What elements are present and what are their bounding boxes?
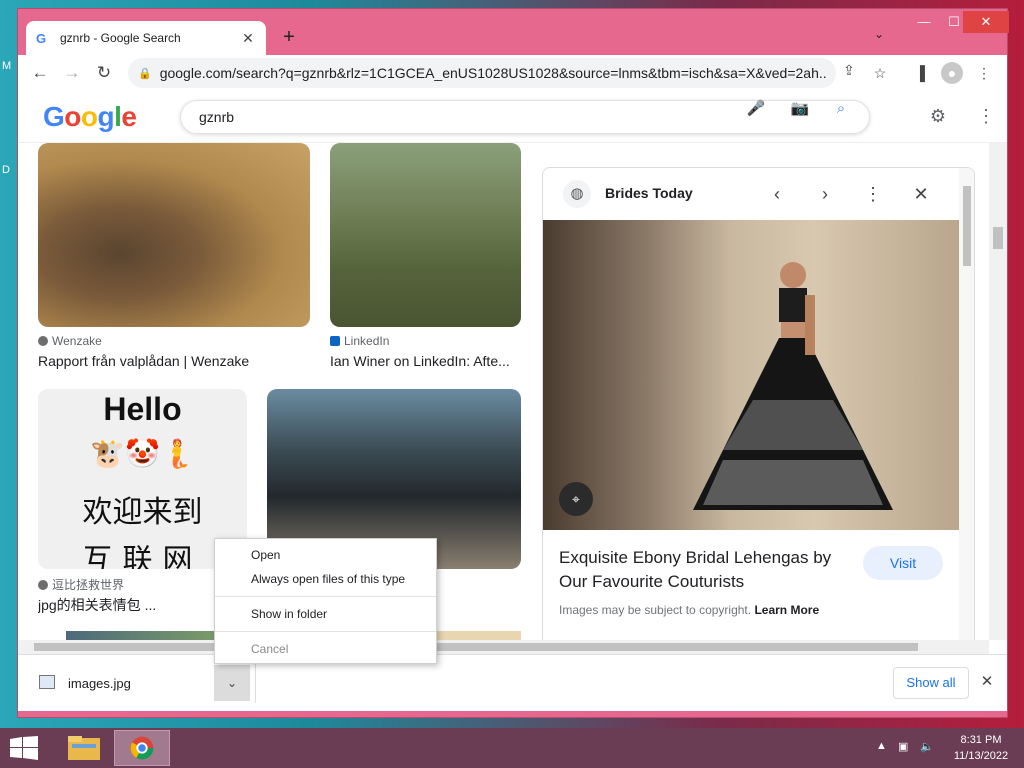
share-icon[interactable]: ⇪ [838, 59, 860, 81]
close-icon[interactable]: ✕ [909, 182, 933, 206]
image-file-icon [39, 675, 55, 689]
lock-icon: 🔒 [138, 67, 152, 80]
desktop-icon-label: D [2, 164, 10, 176]
system-clock[interactable]: 8:31 PM 11/13/2022 [946, 732, 1016, 764]
show-all-button[interactable]: Show all [893, 667, 969, 699]
result-caption[interactable]: Ian Winer on LinkedIn: Afte... [330, 353, 521, 369]
tab-google-search[interactable]: G gznrb - Google Search ✕ [26, 21, 266, 55]
result-source[interactable]: 逗比拯救世界 [38, 576, 124, 593]
tab-search-chevron-icon[interactable]: ⌄ [874, 27, 884, 41]
search-icon[interactable]: ⌕ [831, 99, 851, 119]
minimize-icon[interactable]: — [908, 11, 940, 33]
preview-image-bride[interactable]: ⌖ [543, 220, 959, 530]
settings-gear-icon[interactable]: ⚙ [926, 104, 950, 128]
lens-search-icon[interactable]: ⌖ [559, 482, 593, 516]
tray-overflow-icon[interactable]: ▲ [876, 740, 887, 752]
windows-start-icon[interactable] [10, 736, 38, 760]
more-options-icon[interactable]: ⋮ [861, 182, 885, 206]
panel-scrollbar[interactable] [959, 168, 974, 640]
tab-strip: G gznrb - Google Search ✕ + ⌄ — ☐ ✕ [18, 9, 1009, 55]
window-close-icon[interactable]: ✕ [963, 11, 1009, 33]
apps-grid-icon[interactable]: ⋮ [974, 104, 998, 128]
close-download-bar-icon[interactable]: ✕ [976, 671, 998, 693]
menu-item-show-in-folder[interactable]: Show in folder [251, 607, 327, 621]
result-source[interactable]: Wenzake [38, 334, 102, 348]
back-icon[interactable]: ← [28, 61, 52, 85]
reload-icon[interactable]: ↻ [92, 61, 116, 85]
windows-taskbar: ▲ ▣ 🔈 8:31 PM 11/13/2022 [0, 728, 1024, 768]
menu-item-always-open[interactable]: Always open files of this type [251, 572, 405, 586]
image-preview-panel: ◍ Brides Today ‹ › ⋮ ✕ ⌖ Exquisite Ebony… [542, 167, 975, 641]
network-icon[interactable]: ▣ [898, 740, 908, 753]
chinese-line-1: 欢迎来到 [82, 496, 203, 529]
google-logo[interactable]: Google [43, 101, 137, 133]
emoji-row: 🐮🤡🧜 [90, 438, 195, 469]
menu-separator [215, 631, 436, 632]
new-tab-icon[interactable]: + [276, 25, 302, 51]
download-shelf: images.jpg ⌄ Show all ✕ [18, 654, 1007, 711]
browser-window: G gznrb - Google Search ✕ + ⌄ — ☐ ✕ ← → … [17, 8, 1009, 718]
divider [255, 663, 256, 703]
page-vertical-scrollbar[interactable] [989, 143, 1007, 640]
previous-chevron-icon[interactable]: ‹ [765, 182, 789, 206]
download-options-chevron-icon[interactable]: ⌄ [214, 665, 250, 701]
result-image-puppies[interactable] [38, 143, 310, 327]
voice-search-icon[interactable]: 🎤 [746, 99, 766, 119]
globe-icon [38, 580, 48, 590]
bridal-lehenga-figure [693, 262, 893, 510]
result-caption[interactable]: jpg的相关表情包 ... [38, 595, 198, 615]
globe-icon: ◍ [563, 180, 591, 208]
file-explorer-icon[interactable] [56, 730, 112, 766]
result-image-soldiers[interactable] [330, 143, 521, 327]
volume-icon[interactable]: 🔈 [920, 740, 934, 753]
side-panel-icon[interactable]: ▐ [909, 62, 931, 84]
globe-icon [38, 336, 48, 346]
menu-item-cancel[interactable]: Cancel [251, 642, 288, 656]
tab-title: gznrb - Google Search [60, 31, 181, 45]
browser-menu-icon[interactable]: ⋮ [973, 62, 995, 84]
linkedin-icon [330, 336, 340, 346]
search-input[interactable]: gznrb [180, 100, 870, 134]
panel-result-title[interactable]: Exquisite Ebony Bridal Lehengas by Our F… [559, 546, 859, 594]
result-caption[interactable]: Rapport från valplådan | Wenzake [38, 353, 310, 369]
browser-toolbar: ← → ↻ 🔒 google.com/search?q=gznrb&rlz=1C… [18, 55, 1007, 91]
visit-button[interactable]: Visit [863, 546, 943, 580]
address-bar[interactable]: 🔒 google.com/search?q=gznrb&rlz=1C1GCEA_… [128, 58, 836, 88]
url-text: google.com/search?q=gznrb&rlz=1C1GCEA_en… [159, 65, 826, 81]
chrome-taskbar-icon[interactable] [114, 730, 170, 766]
next-chevron-icon[interactable]: › [813, 182, 837, 206]
hello-text: Hello [103, 391, 182, 427]
download-context-menu: Open Always open files of this type Show… [214, 538, 437, 664]
google-header: Google gznrb 🎤 📷 ⌕ ⚙ ⋮ [18, 91, 1007, 143]
google-images-page: Google gznrb 🎤 📷 ⌕ ⚙ ⋮ Wenzake Rapport f… [18, 91, 1007, 654]
forward-icon[interactable]: → [60, 61, 84, 85]
result-source[interactable]: LinkedIn [330, 334, 389, 348]
copyright-notice: Images may be subject to copyright. Lear… [559, 603, 820, 617]
google-favicon-icon: G [36, 30, 47, 46]
panel-site-name[interactable]: Brides Today [605, 185, 693, 201]
learn-more-link[interactable]: Learn More [754, 603, 819, 617]
profile-avatar-icon[interactable]: ● [941, 62, 963, 84]
tab-close-icon[interactable]: ✕ [240, 30, 256, 47]
lens-camera-icon[interactable]: 📷 [790, 99, 810, 119]
menu-item-open[interactable]: Open [251, 548, 280, 562]
menu-separator [215, 596, 436, 597]
download-filename[interactable]: images.jpg [68, 676, 131, 691]
page-horizontal-scrollbar[interactable] [18, 640, 989, 654]
bookmark-star-icon[interactable]: ☆ [869, 62, 891, 84]
desktop-icon-label: M [2, 60, 12, 72]
